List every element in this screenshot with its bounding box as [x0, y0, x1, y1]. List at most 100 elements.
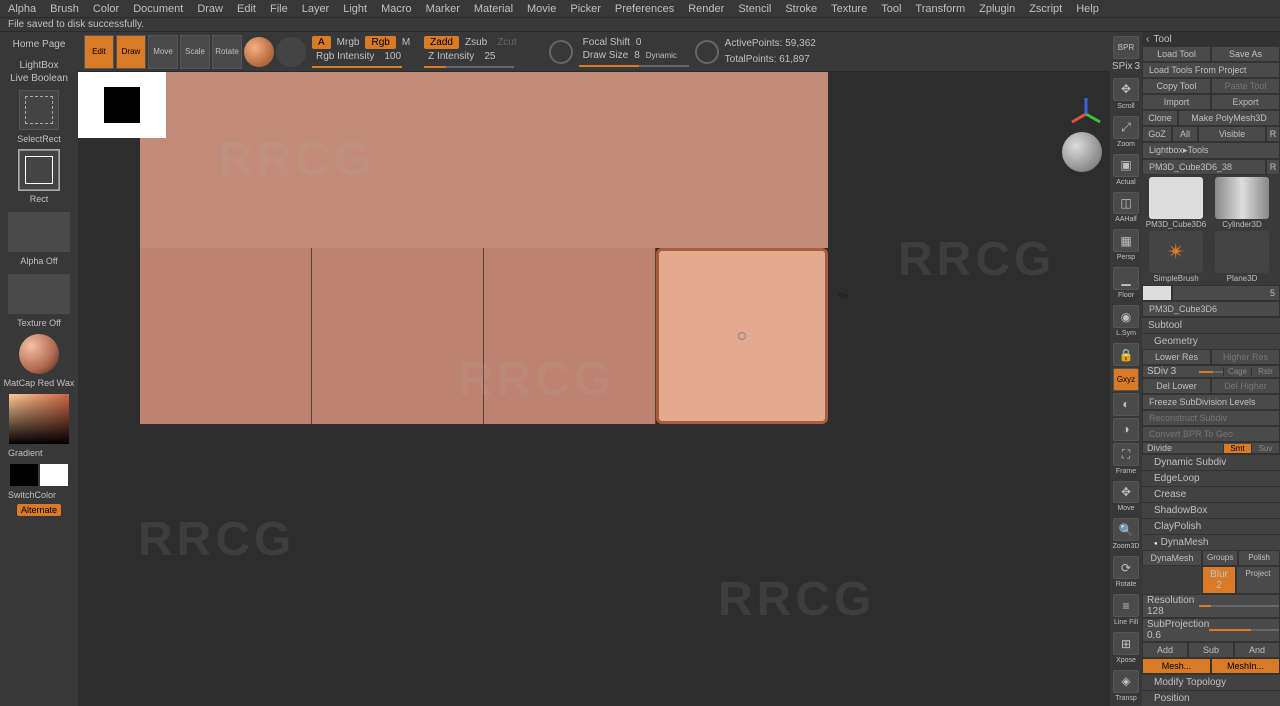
lock-button[interactable]: 🔒 [1113, 343, 1139, 366]
clone-button[interactable]: Clone [1142, 110, 1178, 126]
geometry-section[interactable]: Geometry [1142, 333, 1280, 349]
zadd-button[interactable]: Zadd [424, 36, 459, 49]
create-mesh-button[interactable]: Mesh... [1142, 658, 1211, 674]
create-meshins-button[interactable]: MeshIn... [1211, 658, 1280, 674]
sdiv-slider[interactable]: SDiv 3 Cage Rstr [1142, 365, 1280, 378]
export-button[interactable]: Export [1211, 94, 1280, 110]
shadowbox-section[interactable]: ShadowBox [1142, 502, 1280, 518]
tool-panel-header[interactable]: ‹ Tool [1142, 32, 1280, 46]
canvas-viewport[interactable]: ✎ RRCG RRCG RRCG RRCG RRCG [78, 72, 1110, 706]
nav-ball[interactable] [1062, 132, 1102, 172]
modify-topology-section[interactable]: Modify Topology [1142, 674, 1280, 690]
zsub-button[interactable]: Zsub [461, 37, 491, 48]
project-button[interactable]: Project [1236, 566, 1280, 594]
paste-tool-button[interactable]: Paste Tool [1211, 78, 1280, 94]
dyna-and-button[interactable]: And [1234, 642, 1280, 658]
zoom-button[interactable]: ⤢ [1113, 116, 1139, 139]
dynamic-subdiv-section[interactable]: Dynamic Subdiv [1142, 454, 1280, 470]
crease-section[interactable]: Crease [1142, 486, 1280, 502]
menu-file[interactable]: File [270, 3, 288, 15]
claypolish-section[interactable]: ClayPolish [1142, 518, 1280, 534]
polish-button[interactable]: Polish [1238, 550, 1280, 566]
menu-help[interactable]: Help [1076, 3, 1099, 15]
menu-layer[interactable]: Layer [302, 3, 330, 15]
axis-gizmo[interactable] [1068, 96, 1104, 135]
make-polymesh-button[interactable]: Make PolyMesh3D [1178, 110, 1280, 126]
focal-shift-value[interactable]: 0 [636, 37, 642, 48]
menu-zscript[interactable]: Zscript [1029, 3, 1062, 15]
dynamic-toggle[interactable]: Dynamic [642, 51, 681, 60]
scale-mode-button[interactable]: Scale [180, 35, 210, 69]
blur-slider[interactable]: Blur 2 [1202, 566, 1236, 594]
menu-texture[interactable]: Texture [831, 3, 867, 15]
dyna-add-button[interactable]: Add [1142, 642, 1188, 658]
copy-tool-button[interactable]: Copy Tool [1142, 78, 1211, 94]
rgb-intensity-slider[interactable] [312, 66, 402, 68]
bpr-button[interactable]: BPR [1113, 36, 1139, 59]
texture-thumb[interactable] [8, 274, 70, 314]
menu-color[interactable]: Color [93, 3, 119, 15]
draw-size-slider[interactable] [579, 65, 689, 67]
rgb-intensity-value[interactable]: 100 [380, 51, 405, 62]
menu-brush[interactable]: Brush [50, 3, 79, 15]
menu-tool[interactable]: Tool [881, 3, 901, 15]
goz-button[interactable]: GoZ [1142, 126, 1172, 142]
brush-preview-icon[interactable] [244, 37, 274, 67]
tool-item-small[interactable] [1142, 285, 1172, 301]
del-lower-button[interactable]: Del Lower [1142, 378, 1211, 394]
rstr-button[interactable]: Rstr [1251, 367, 1279, 376]
gradient-label[interactable]: Gradient [8, 448, 70, 458]
reconstruct-button[interactable]: Reconstruct Subdiv [1142, 410, 1280, 426]
goz-r-button[interactable]: R [1266, 126, 1280, 142]
position-section[interactable]: Position [1142, 690, 1280, 706]
lsym-button[interactable]: ◉ [1113, 305, 1139, 328]
menu-edit[interactable]: Edit [237, 3, 256, 15]
zcut-button[interactable]: Zcut [493, 37, 520, 48]
divide-button[interactable]: Divide [1143, 443, 1199, 453]
dyna-sub-button[interactable]: Sub [1188, 642, 1234, 658]
lightbox-button[interactable]: LightBox [20, 60, 59, 71]
color-picker[interactable] [9, 394, 69, 444]
suv-button[interactable]: Suv [1251, 444, 1279, 453]
floor-button[interactable]: ▁ [1113, 267, 1139, 290]
menu-preferences[interactable]: Preferences [615, 3, 674, 15]
persp-button[interactable]: ▦ [1113, 229, 1139, 252]
rgb-button[interactable]: Rgb [365, 36, 395, 49]
brush-mod-dial[interactable] [695, 40, 719, 64]
frame-button[interactable]: ⛶ [1113, 443, 1139, 466]
goz-all-button[interactable]: All [1172, 126, 1198, 142]
menu-transform[interactable]: Transform [915, 3, 965, 15]
cage-button[interactable]: Cage [1223, 367, 1251, 376]
menu-render[interactable]: Render [688, 3, 724, 15]
save-as-button[interactable]: Save As [1211, 46, 1280, 62]
menu-material[interactable]: Material [474, 3, 513, 15]
del-higher-button[interactable]: Del Higher [1211, 378, 1280, 394]
spix-label[interactable]: SPix [1112, 61, 1133, 72]
subprojection-slider[interactable]: SubProjection 0.6 [1142, 618, 1280, 642]
pf-button[interactable]: ◑ [1113, 418, 1139, 441]
alternate-button[interactable]: Alternate [17, 504, 61, 516]
import-button[interactable]: Import [1142, 94, 1211, 110]
move-mode-button[interactable]: Move [148, 35, 178, 69]
menu-light[interactable]: Light [343, 3, 367, 15]
current-tool-name[interactable]: PM3D_Cube3D6_38 [1142, 159, 1266, 175]
menu-stroke[interactable]: Stroke [785, 3, 817, 15]
z-intensity-value[interactable]: 25 [480, 51, 499, 62]
subtool-section[interactable]: Subtool [1142, 317, 1280, 333]
brush-alpha-icon[interactable] [276, 37, 306, 67]
dynamesh-section[interactable]: DynaMesh [1142, 534, 1280, 550]
edgeloop-section[interactable]: EdgeLoop [1142, 470, 1280, 486]
groups-button[interactable]: Groups [1202, 550, 1238, 566]
transp-button[interactable]: ◈ [1113, 670, 1139, 693]
aahalf-button[interactable]: ◫ [1113, 192, 1139, 215]
z-intensity-slider[interactable] [424, 66, 514, 68]
brush-thumb[interactable] [19, 150, 59, 190]
tool-item-cylinder[interactable]: Cylinder3D [1210, 177, 1274, 229]
linefill-button[interactable]: ≡ [1113, 594, 1139, 617]
tool-item-simplebrush[interactable]: SimpleBrush [1144, 231, 1208, 283]
edit-mode-button[interactable]: Edit [84, 35, 114, 69]
lower-res-button[interactable]: Lower Res [1142, 349, 1211, 365]
menu-zplugin[interactable]: Zplugin [979, 3, 1015, 15]
actual-button[interactable]: ▣ [1113, 154, 1139, 177]
spix-value[interactable]: 3 [1134, 61, 1140, 72]
